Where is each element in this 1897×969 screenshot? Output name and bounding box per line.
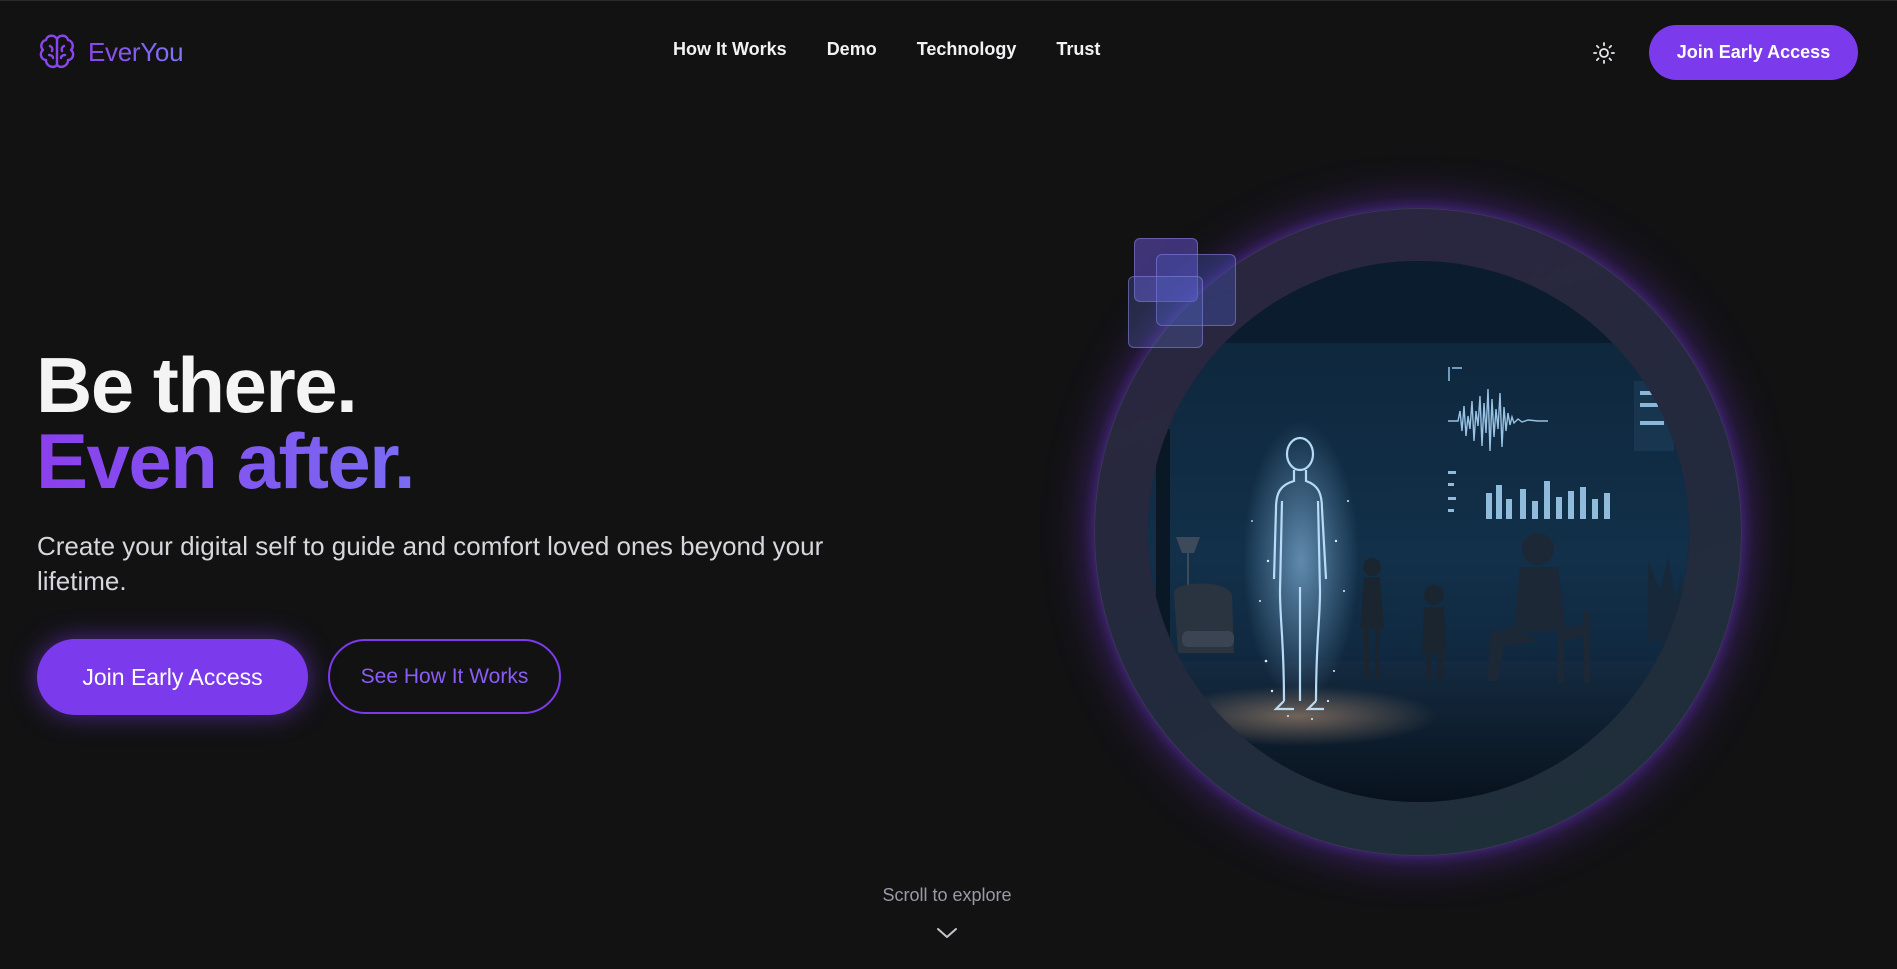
- brand-name: EverYou: [88, 36, 184, 67]
- nav-link-technology[interactable]: Technology: [917, 39, 1017, 60]
- nav-join-early-access-button[interactable]: Join Early Access: [1649, 25, 1858, 80]
- scroll-down-button[interactable]: [935, 925, 959, 941]
- brand-logo-link[interactable]: EverYou: [36, 31, 184, 73]
- hero-subtitle: Create your digital self to guide and co…: [37, 531, 824, 596]
- hero-illustration: [1094, 208, 1742, 856]
- nav-links: How It Works Demo Technology Trust: [673, 39, 1100, 60]
- hero-join-early-access-button[interactable]: Join Early Access: [37, 639, 308, 715]
- nav-link-trust[interactable]: Trust: [1056, 39, 1100, 60]
- decorative-glass-card: [1128, 276, 1203, 348]
- top-navigation: EverYou How It Works Demo Technology Tru…: [0, 1, 1897, 103]
- brain-icon: [36, 31, 78, 73]
- hero-illustration-scene: [1148, 261, 1689, 802]
- scroll-hint-label: Scroll to explore: [882, 885, 1012, 905]
- hero-title-line-2: Even after.: [36, 417, 416, 505]
- nav-link-how-it-works[interactable]: How It Works: [673, 39, 787, 60]
- nav-link-demo[interactable]: Demo: [827, 39, 877, 60]
- hero-title-line-1: Be there.: [36, 341, 358, 429]
- chevron-down-icon: [937, 928, 957, 938]
- sun-icon: [1593, 42, 1615, 64]
- hero-see-how-it-works-button[interactable]: See How It Works: [328, 639, 561, 714]
- theme-toggle-button[interactable]: [1590, 39, 1618, 67]
- hero-title: Be there. Even after.: [36, 341, 416, 505]
